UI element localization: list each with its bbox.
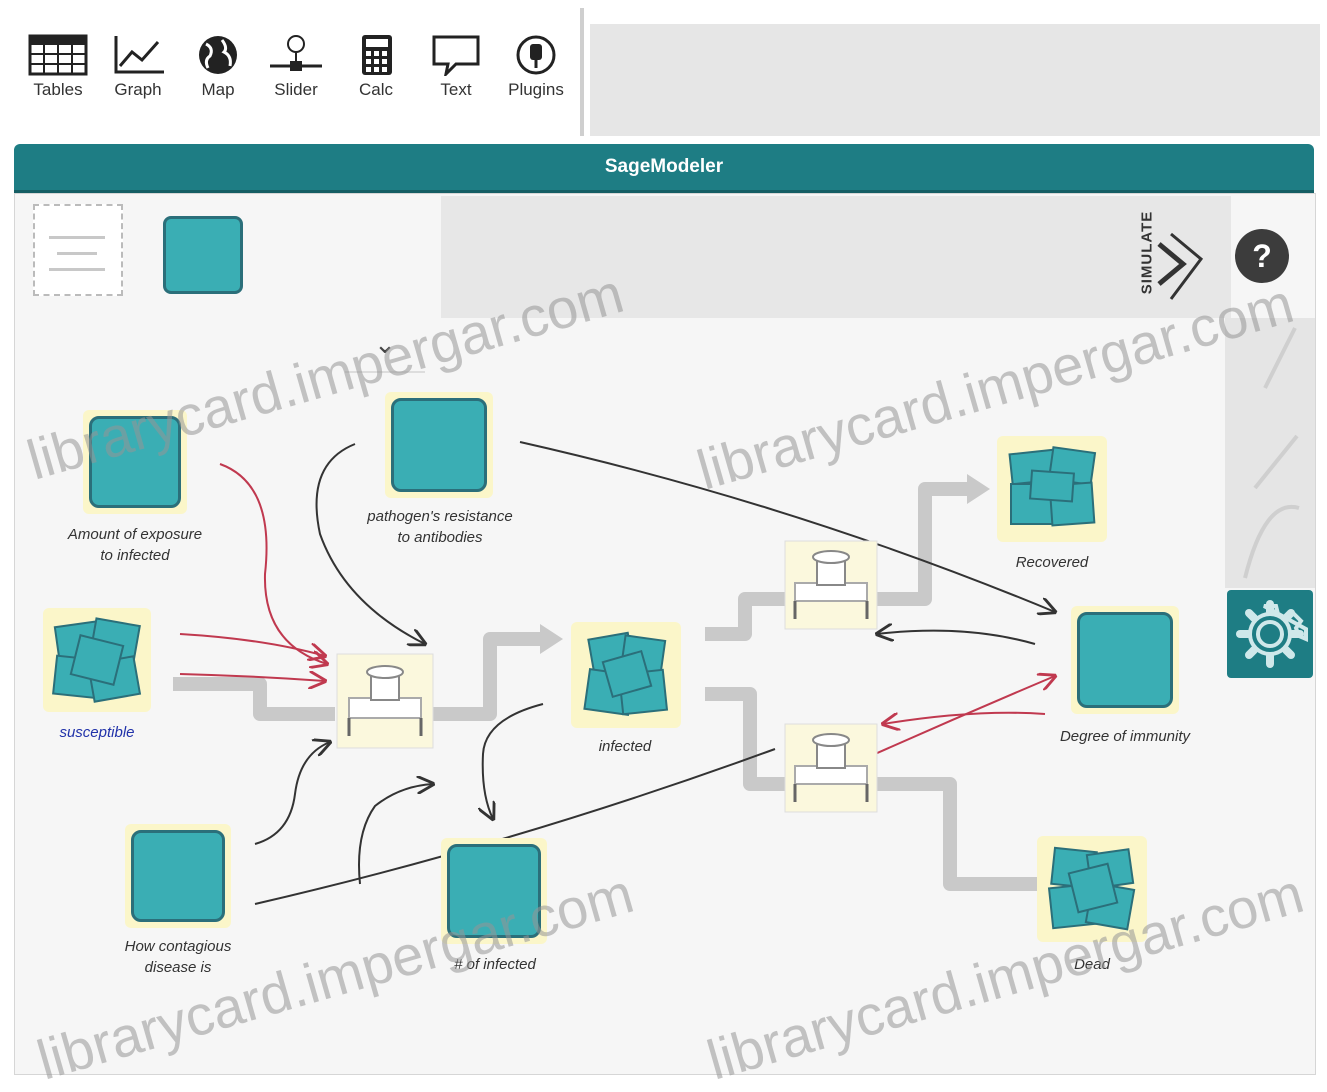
- plugin-icon: [516, 35, 556, 75]
- node-exposure-label: Amount of exposure to infected: [67, 526, 203, 564]
- node-contagious-label: How contagious disease is: [124, 938, 232, 976]
- stacked-stock-icon: [52, 617, 142, 703]
- calc-button[interactable]: Calc: [338, 34, 414, 124]
- globe-icon: [199, 36, 237, 74]
- node-box: [447, 844, 541, 938]
- graph-label: Graph: [114, 80, 162, 99]
- tables-button[interactable]: Tables: [20, 34, 96, 124]
- valve-icon: [784, 723, 878, 813]
- plugins-button[interactable]: Plugins: [498, 34, 574, 124]
- text-button[interactable]: Text: [418, 34, 494, 124]
- node-box: [89, 416, 181, 508]
- speech-bubble-icon: [432, 35, 480, 76]
- map-button[interactable]: Map: [180, 34, 256, 124]
- table-icon: [28, 34, 88, 76]
- question-mark-icon: ?: [1252, 238, 1272, 274]
- toolbar: Tables Graph Map Slider Calc Text Plugin…: [14, 8, 584, 136]
- document-title: SageModeler: [604, 156, 724, 177]
- settings-gear-button[interactable]: [1227, 590, 1313, 678]
- graph-icon: [114, 36, 164, 74]
- stacked-stock-icon: [1047, 846, 1136, 931]
- node-resistance-label: pathogen's resistance to antibodies: [367, 508, 513, 546]
- node-susceptible-label: susceptible: [59, 724, 135, 741]
- node-dead[interactable]: [1037, 836, 1147, 942]
- node-box: [131, 830, 225, 922]
- document-title-bar[interactable]: SageModeler: [14, 144, 1314, 193]
- node-infected-label: infected: [598, 738, 652, 755]
- calculator-icon: [362, 35, 392, 75]
- node-num-infected-label: # of infected: [454, 956, 536, 973]
- stacked-stock-icon: [583, 631, 669, 716]
- toolbar-empty-area: [590, 24, 1320, 136]
- gear-icon: [1236, 600, 1308, 668]
- valve-icon: [336, 653, 434, 749]
- valve-icon: [784, 540, 878, 630]
- node-box: [391, 398, 487, 492]
- node-recovered-label: Recovered: [1015, 554, 1089, 571]
- slider-button[interactable]: Slider: [258, 34, 334, 124]
- slider-icon: [270, 35, 322, 71]
- tables-label: Tables: [33, 80, 83, 99]
- node-dead-label: Dead: [1074, 956, 1110, 973]
- model-canvas[interactable]: ⌄ SIMULATE ? Amount of exposure to infec…: [14, 193, 1316, 1075]
- node-contagious[interactable]: [125, 824, 231, 928]
- text-label: Text: [440, 80, 472, 99]
- node-infected[interactable]: [571, 622, 681, 728]
- plugins-label: Plugins: [508, 80, 564, 99]
- death-valve[interactable]: [783, 722, 879, 814]
- graph-button[interactable]: Graph: [100, 34, 176, 124]
- recovery-valve[interactable]: [783, 539, 879, 631]
- node-immunity[interactable]: [1071, 606, 1179, 714]
- help-button[interactable]: ?: [1235, 229, 1289, 283]
- slider-label: Slider: [274, 80, 318, 99]
- node-recovered[interactable]: [997, 436, 1107, 542]
- node-box: [1077, 612, 1173, 708]
- node-exposure[interactable]: [83, 410, 187, 514]
- right-tool-panel: [1225, 318, 1315, 588]
- node-susceptible[interactable]: [43, 608, 151, 712]
- link-tool-icons: [1243, 327, 1300, 579]
- node-num-infected[interactable]: [441, 838, 547, 944]
- map-label: Map: [201, 80, 235, 99]
- node-immunity-label: Degree of immunity: [1059, 728, 1191, 745]
- stacked-stock-icon: [1008, 446, 1097, 527]
- node-resistance[interactable]: [385, 392, 493, 498]
- calc-label: Calc: [358, 80, 393, 99]
- inflow-valve[interactable]: [335, 652, 435, 750]
